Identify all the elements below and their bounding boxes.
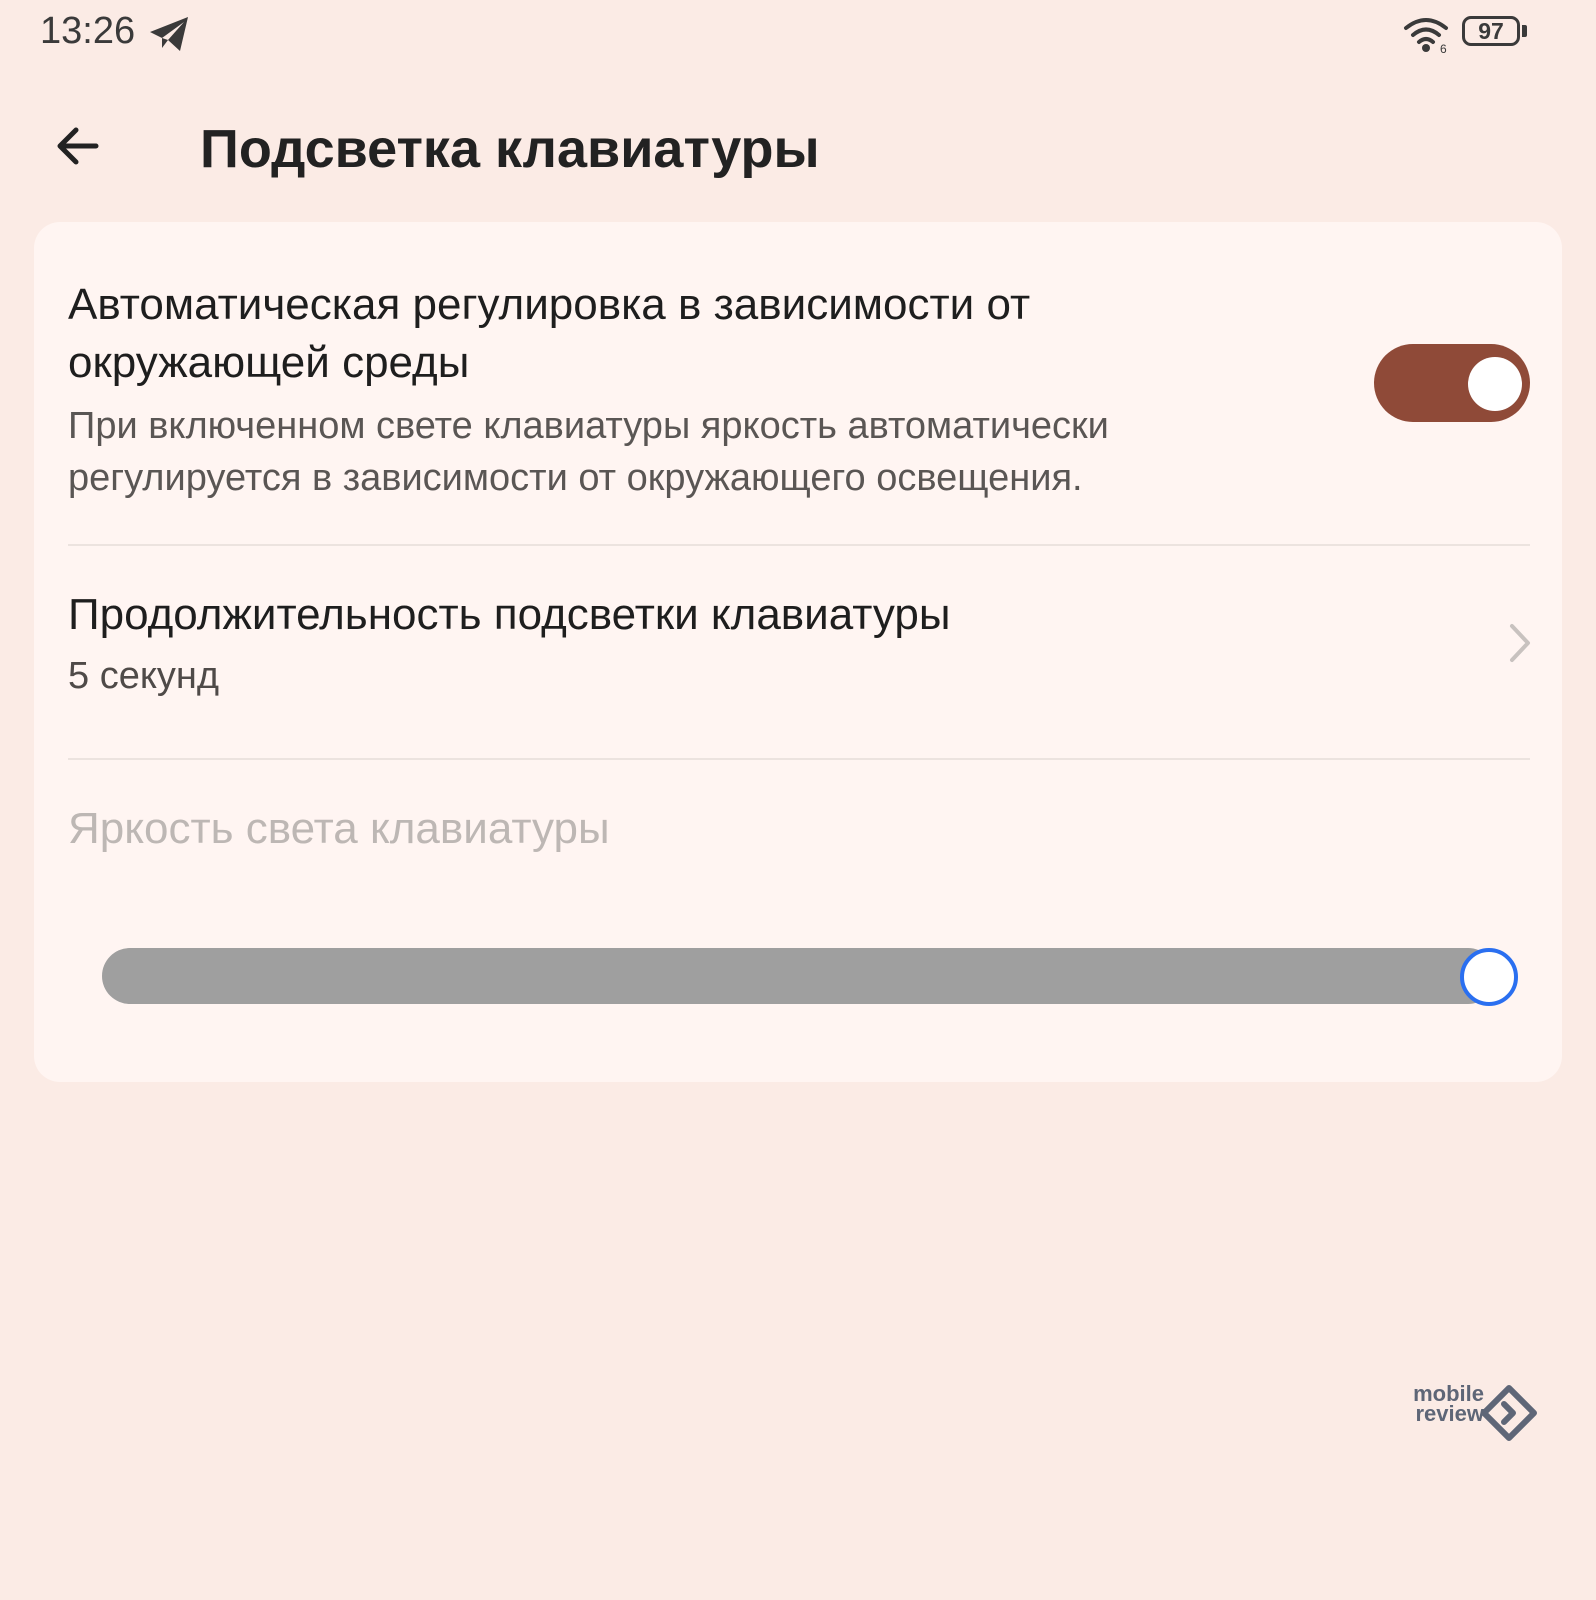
- slider-track[interactable]: [102, 948, 1496, 1004]
- diamond-chevron-icon: [1481, 1385, 1537, 1441]
- auto-adjust-row[interactable]: Автоматическая регулировка в зависимости…: [34, 222, 1562, 544]
- arrow-left-icon[interactable]: [50, 116, 110, 176]
- brightness-label: Яркость света клавиатуры: [68, 804, 610, 853]
- duration-title: Продолжительность подсветки клавиатуры: [68, 590, 951, 639]
- battery-level: 97: [1478, 18, 1504, 44]
- app-bar: Подсветка клавиатуры: [0, 100, 1596, 200]
- chevron-right-icon: [1510, 624, 1530, 662]
- duration-value: 5 секунд: [68, 655, 220, 697]
- logo-line-2: review: [1415, 1401, 1485, 1426]
- slider-thumb[interactable]: [1460, 948, 1518, 1006]
- page-title: Подсветка клавиатуры: [200, 119, 820, 179]
- status-time: 13:26: [40, 10, 136, 52]
- toggle-knob: [1468, 357, 1522, 411]
- brightness-slider[interactable]: [102, 948, 1522, 1006]
- divider: [68, 758, 1530, 760]
- wifi-icon: 6: [1404, 18, 1448, 54]
- mobile-review-logo: mobile review: [1388, 1383, 1538, 1446]
- telegram-icon: [150, 17, 188, 51]
- auto-adjust-title: Автоматическая регулировка в зависимости…: [68, 280, 1031, 387]
- battery-icon: 97: [1462, 16, 1530, 52]
- svg-text:6: 6: [1440, 42, 1447, 54]
- settings-card: Автоматическая регулировка в зависимости…: [34, 222, 1562, 1082]
- logo-text: mobile review: [1388, 1383, 1485, 1426]
- status-bar: 13:26 6 97: [0, 0, 1596, 70]
- duration-row[interactable]: Продолжительность подсветки клавиатуры 5…: [34, 546, 1562, 758]
- auto-adjust-toggle[interactable]: [1374, 344, 1530, 422]
- auto-adjust-description: При включенном свете клавиатуры яркость …: [68, 405, 1109, 499]
